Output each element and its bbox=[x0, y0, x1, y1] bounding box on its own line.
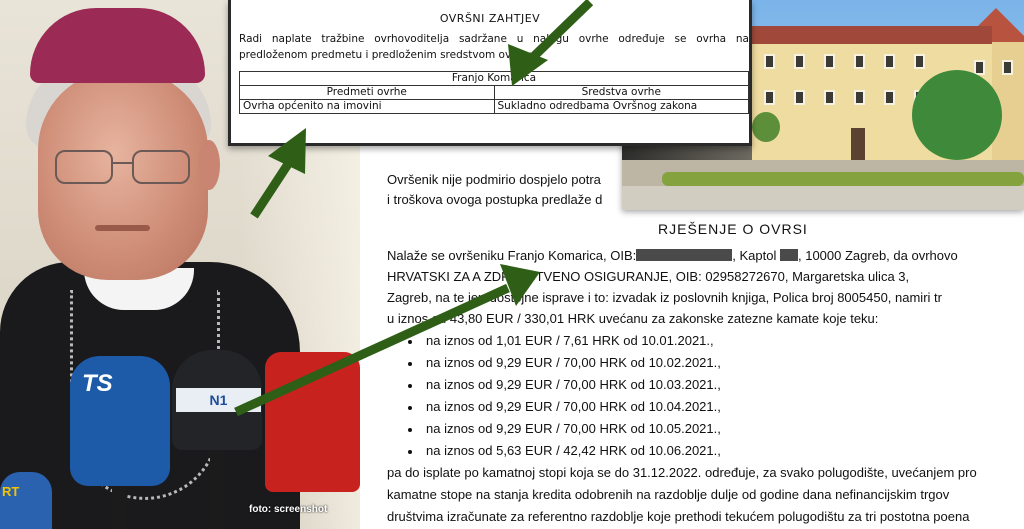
window bbox=[824, 90, 835, 105]
window bbox=[764, 90, 775, 105]
glasses-right-lens bbox=[132, 150, 190, 184]
bullet-icon bbox=[408, 428, 412, 432]
enforcement-request-document: OVRŠNI ZAHTJEV Radi naplate tražbine ovr… bbox=[228, 0, 752, 146]
tree bbox=[912, 70, 1002, 160]
debtor-text: Nalaže se ovršeniku Franjo Komarica, OIB… bbox=[387, 248, 637, 263]
window bbox=[854, 54, 865, 69]
request-paragraph: Radi naplate tražbine ovrhovoditelja sad… bbox=[239, 33, 749, 61]
window bbox=[914, 54, 925, 69]
grass bbox=[662, 172, 1024, 186]
table-party-cell: Franjo Komarica bbox=[239, 71, 749, 86]
mic-small-label: RT bbox=[2, 484, 20, 499]
window bbox=[854, 90, 865, 105]
redacted-house-number bbox=[780, 249, 798, 261]
mic-stand bbox=[210, 450, 224, 529]
paragraph-line: društvima izračunate za referentno razdo… bbox=[387, 509, 970, 524]
doc-line-1: Ovršenik nije podmirio dospjelo potra bbox=[387, 172, 601, 187]
mouth bbox=[95, 225, 150, 231]
city-text: , 10000 Zagreb, da ovrhovo bbox=[798, 248, 958, 263]
redacted-oib bbox=[636, 249, 733, 261]
address-text: , Kaptol bbox=[732, 248, 777, 263]
bullet-icon bbox=[408, 362, 412, 366]
bullet-icon bbox=[408, 406, 412, 410]
bullet-icon bbox=[408, 340, 412, 344]
door bbox=[851, 128, 865, 162]
paragraph-line: pa do isplate po kamatnoj stopi koja se … bbox=[387, 465, 977, 480]
request-title: OVRŠNI ZAHTJEV bbox=[439, 12, 541, 25]
table-header: Sredstva ovrhe bbox=[493, 85, 749, 100]
window bbox=[884, 54, 895, 69]
table-cell: Sukladno odredbama Ovršnog zakona bbox=[493, 99, 749, 114]
paragraph-line: u iznos od 43,80 EUR / 330,01 HRK uvećan… bbox=[387, 311, 879, 326]
window bbox=[974, 60, 985, 75]
mic-stand bbox=[112, 486, 126, 529]
document-heading: RJEŠENJE O OVRSI bbox=[658, 221, 808, 237]
window bbox=[824, 54, 835, 69]
window bbox=[794, 90, 805, 105]
bullet-icon bbox=[408, 450, 412, 454]
table-header: Predmeti ovrhe bbox=[239, 85, 495, 100]
microphone-small bbox=[0, 472, 52, 529]
photo-credit: foto: screenshot bbox=[249, 504, 328, 515]
paragraph-line: kamatne stope na stanja kredita odobreni… bbox=[387, 487, 950, 502]
window bbox=[764, 54, 775, 69]
paragraph-line: Nalaže se ovršeniku Franjo Komarica, OIB… bbox=[387, 248, 958, 263]
window bbox=[794, 54, 805, 69]
paragraph-line: Zagreb, na te jerodostojne isprave i to:… bbox=[387, 290, 942, 305]
zucchetto bbox=[30, 8, 205, 83]
paragraph-line: HRVATSKI ZA A ZDRAVSTVENO OSIGURANJE, OI… bbox=[387, 269, 910, 284]
ear bbox=[198, 140, 220, 190]
glasses-bridge bbox=[113, 162, 132, 164]
tree bbox=[752, 112, 780, 142]
microphone-red bbox=[265, 352, 360, 492]
mic-ts-label: TS bbox=[82, 370, 113, 397]
glasses-left-lens bbox=[55, 150, 113, 184]
enforcement-table: Franjo Komarica Predmeti ovrhe Sredstva … bbox=[239, 71, 749, 114]
window bbox=[884, 90, 895, 105]
doc-line-2: i troškova ovoga postupka predlaže d bbox=[387, 192, 603, 207]
table-cell: Ovrha općenito na imovini bbox=[239, 99, 495, 114]
mic-n1-label: N1 bbox=[176, 388, 261, 412]
path bbox=[622, 186, 1024, 210]
window bbox=[1002, 60, 1013, 75]
bullet-icon bbox=[408, 384, 412, 388]
